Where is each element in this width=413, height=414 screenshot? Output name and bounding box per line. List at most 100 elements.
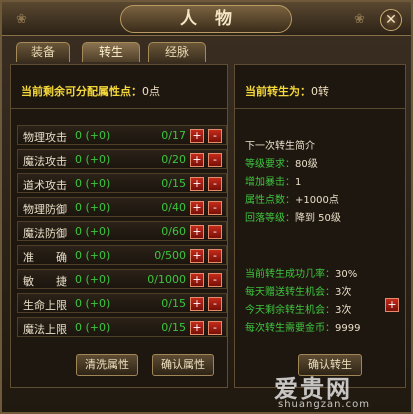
gold-required: 每次转生需要金币：9999: [245, 319, 360, 334]
increase-button[interactable]: +: [190, 273, 204, 287]
attr-row-agility: 敏 捷 0 (+0) 0/1000 + -: [17, 269, 227, 289]
level-drop-value: 降到 50级: [295, 213, 341, 224]
increase-button[interactable]: +: [190, 321, 204, 335]
attr-max: 0/500: [154, 249, 186, 262]
next-rebirth-intro: 下一次转生简介: [245, 141, 315, 152]
current-rebirth-label: 当前转生为：: [245, 85, 311, 98]
crit-increase-value: 1: [295, 177, 302, 188]
current-rebirth-value: 0转: [311, 85, 329, 98]
increase-button[interactable]: +: [190, 201, 204, 215]
rebirth-panel: 当前转生为：0转 下一次转生简介 等级要求：80级 增加暴击：1 属性点数：+1…: [234, 64, 406, 388]
decrease-button[interactable]: -: [208, 201, 222, 215]
attribute-points-value: +1000点: [295, 195, 339, 206]
attr-max: 0/15: [161, 321, 186, 334]
increase-button[interactable]: +: [190, 297, 204, 311]
attr-name: 魔法防御: [23, 227, 67, 240]
decrease-button[interactable]: -: [208, 129, 222, 143]
attr-max: 0/1000: [147, 273, 186, 286]
rebirth-panel-header: 当前转生为：0转: [235, 65, 405, 109]
attr-max: 0/60: [161, 225, 186, 238]
clear-attributes-button[interactable]: 清洗属性: [76, 354, 138, 376]
tab-meridian[interactable]: 经脉: [148, 42, 206, 62]
attribute-panel: 当前剩余可分配属性点：0点 物理攻击 0 (+0) 0/17 + - 魔法攻击 …: [10, 64, 228, 388]
attr-name: 敏 捷: [23, 275, 67, 288]
tab-rebirth[interactable]: 转生: [82, 42, 140, 62]
attr-row-hp-max: 生命上限 0 (+0) 0/15 + -: [17, 293, 227, 313]
success-rate-label: 当前转生成功几率：: [245, 269, 335, 280]
increase-button[interactable]: +: [190, 225, 204, 239]
success-rate: 当前转生成功几率：30%: [245, 265, 357, 280]
attr-name: 物理防御: [23, 203, 67, 216]
character-window: ❀ 人物 ❀ ✕ 装备 转生 经脉 当前剩余可分配属性点：0点 物理攻击 0 (…: [0, 0, 413, 414]
title-bar[interactable]: ❀ 人物 ❀ ✕: [2, 2, 411, 36]
attr-max: 0/15: [161, 177, 186, 190]
attr-row-physical-attack: 物理攻击 0 (+0) 0/17 + -: [17, 125, 227, 145]
increase-button[interactable]: +: [190, 249, 204, 263]
attr-current: 0 (+0): [75, 321, 111, 334]
attr-current: 0 (+0): [75, 225, 111, 238]
close-button[interactable]: ✕: [380, 9, 402, 31]
attr-row-taoist-attack: 道术攻击 0 (+0) 0/15 + -: [17, 173, 227, 193]
crit-increase-label: 增加暴击：: [245, 177, 295, 188]
attr-current: 0 (+0): [75, 177, 111, 190]
decrease-button[interactable]: -: [208, 321, 222, 335]
watermark-url: shuangzan.com: [278, 399, 370, 410]
attr-row-magic-defense: 魔法防御 0 (+0) 0/60 + -: [17, 221, 227, 241]
attr-max: 0/40: [161, 201, 186, 214]
daily-gift-value: 3次: [335, 287, 352, 298]
gold-required-label: 每次转生需要金币：: [245, 323, 335, 334]
level-requirement-label: 等级要求：: [245, 159, 295, 170]
site-watermark: 爱贵网 shuangzan.com: [274, 369, 369, 410]
confirm-attributes-button[interactable]: 确认属性: [152, 354, 214, 376]
attribute-points: 属性点数：+1000点: [245, 191, 339, 206]
success-rate-value: 30%: [335, 269, 358, 280]
attr-row-accuracy: 准 确 0 (+0) 0/500 + -: [17, 245, 227, 265]
attr-row-mp-max: 魔法上限 0 (+0) 0/15 + -: [17, 317, 227, 337]
attr-max: 0/20: [161, 153, 186, 166]
attr-name: 生命上限: [23, 299, 67, 312]
attr-current: 0 (+0): [75, 249, 111, 262]
decrease-button[interactable]: -: [208, 225, 222, 239]
attr-name: 道术攻击: [23, 179, 67, 192]
add-chance-button[interactable]: +: [385, 298, 399, 312]
attr-name: 魔法上限: [23, 323, 67, 336]
attr-row-physical-defense: 物理防御 0 (+0) 0/40 + -: [17, 197, 227, 217]
level-drop: 回落等级：降到 50级: [245, 209, 341, 224]
daily-gift-label: 每天赠送转生机会：: [245, 287, 335, 298]
attr-max: 0/17: [161, 129, 186, 142]
decrease-button[interactable]: -: [208, 273, 222, 287]
daily-gift-chances: 每天赠送转生机会：3次: [245, 283, 351, 298]
attr-current: 0 (+0): [75, 153, 111, 166]
attr-current: 0 (+0): [75, 297, 111, 310]
attr-name: 物理攻击: [23, 131, 67, 144]
attr-current: 0 (+0): [75, 273, 111, 286]
current-rebirth-text: 当前转生为：0转: [245, 83, 329, 99]
left-ornament-icon: ❀: [16, 12, 27, 27]
attr-current: 0 (+0): [75, 201, 111, 214]
attribute-points-label: 属性点数：: [245, 195, 295, 206]
tab-equipment[interactable]: 装备: [16, 42, 70, 62]
level-requirement-value: 80级: [295, 159, 318, 170]
increase-button[interactable]: +: [190, 153, 204, 167]
attr-name: 魔法攻击: [23, 155, 67, 168]
decrease-button[interactable]: -: [208, 249, 222, 263]
attribute-panel-header: 当前剩余可分配属性点：0点: [11, 65, 227, 109]
decrease-button[interactable]: -: [208, 153, 222, 167]
window-title: 人物: [120, 5, 292, 33]
crit-increase: 增加暴击：1: [245, 173, 301, 188]
remaining-chances-label: 今天剩余转生机会：: [245, 305, 335, 316]
remaining-chances-value: 3次: [335, 305, 352, 316]
gold-required-value: 9999: [335, 323, 361, 334]
remaining-chances: 今天剩余转生机会：3次: [245, 301, 351, 316]
decrease-button[interactable]: -: [208, 297, 222, 311]
decrease-button[interactable]: -: [208, 177, 222, 191]
attr-row-magic-attack: 魔法攻击 0 (+0) 0/20 + -: [17, 149, 227, 169]
attr-current: 0 (+0): [75, 129, 111, 142]
increase-button[interactable]: +: [190, 129, 204, 143]
remaining-points-text: 当前剩余可分配属性点：0点: [21, 83, 160, 99]
increase-button[interactable]: +: [190, 177, 204, 191]
level-requirement: 等级要求：80级: [245, 155, 318, 170]
right-ornament-icon: ❀: [354, 12, 365, 27]
remaining-points-label: 当前剩余可分配属性点：: [21, 85, 142, 98]
remaining-points-value: 0点: [142, 85, 160, 98]
